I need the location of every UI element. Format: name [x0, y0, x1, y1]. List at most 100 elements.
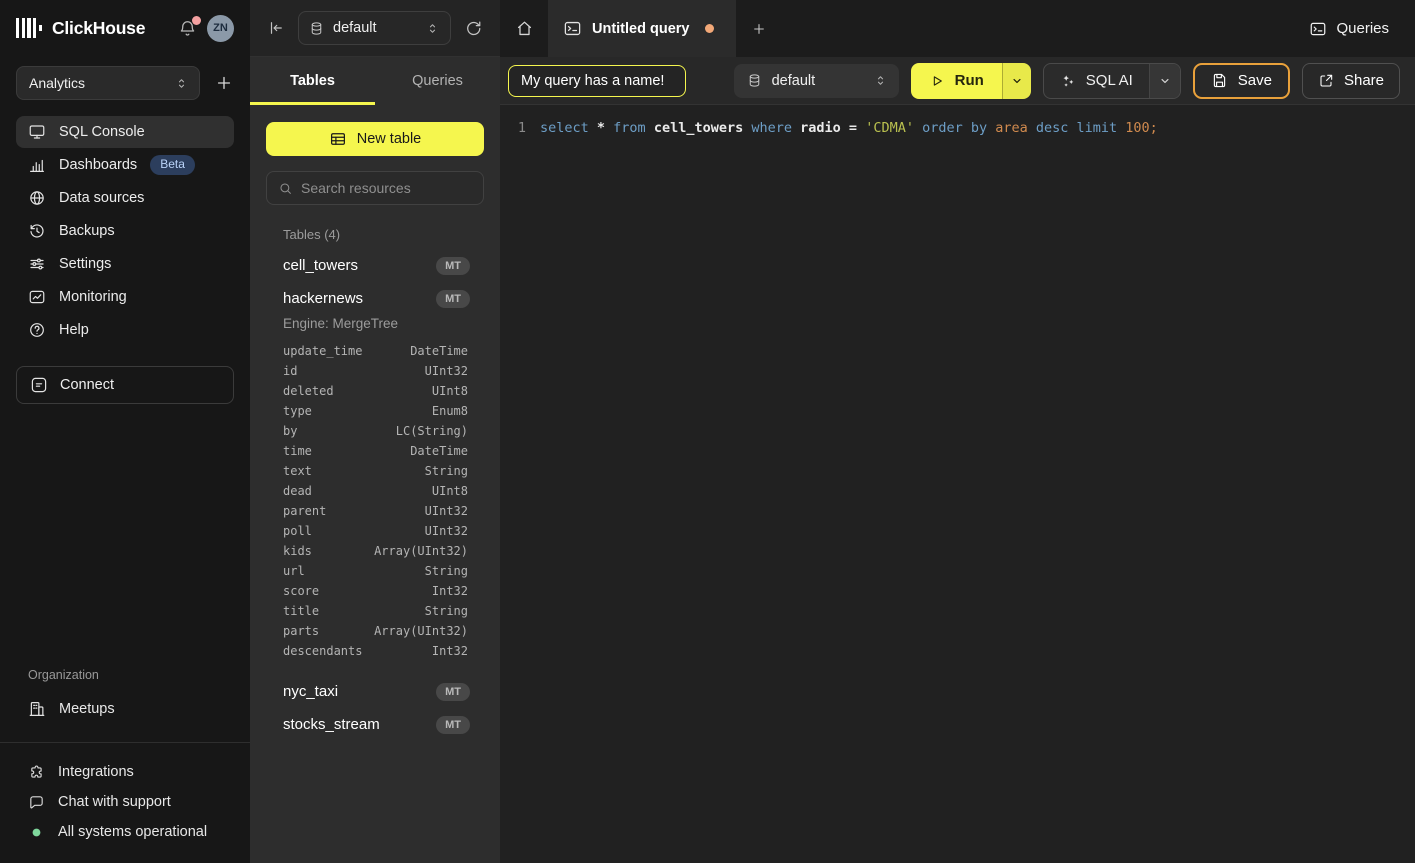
sql-token: = — [849, 120, 865, 136]
sidebar-item-label: Data sources — [59, 190, 144, 206]
query-name-input[interactable] — [508, 65, 686, 97]
new-tab-button[interactable] — [736, 0, 782, 57]
column-name: id — [283, 361, 297, 381]
column-type: DateTime — [410, 441, 468, 461]
sidebar-item-label: Help — [59, 322, 89, 338]
clickhouse-logo — [16, 18, 42, 38]
share-button[interactable]: Share — [1302, 63, 1400, 99]
column-row: title String — [283, 601, 468, 621]
sidebar-item-dashboards[interactable]: Dashboards Beta — [16, 149, 234, 181]
table-row[interactable]: nyc_taxi MT — [283, 675, 482, 708]
sidebar-item-help[interactable]: Help — [16, 314, 234, 346]
chevron-down-icon — [1010, 74, 1024, 88]
column-name: poll — [283, 521, 312, 541]
sidebar-item-meetups[interactable]: Meetups — [16, 692, 234, 726]
column-name: title — [283, 601, 319, 621]
sidebar-item-label: Dashboards — [59, 157, 137, 173]
sidebar-footer-item-all-systems-operational[interactable]: All systems operational — [16, 817, 234, 847]
topbar-database-selector[interactable]: default — [298, 11, 451, 45]
column-type: UInt8 — [432, 481, 468, 501]
column-name: dead — [283, 481, 312, 501]
connect-button[interactable]: Connect — [16, 366, 234, 404]
add-workspace-button[interactable] — [214, 73, 234, 93]
beta-badge: Beta — [150, 155, 195, 174]
column-list: update_time DateTime id UInt32 deleted U… — [283, 341, 482, 661]
column-row: parent UInt32 — [283, 501, 468, 521]
sql-ai-options-button[interactable] — [1149, 64, 1180, 98]
chevron-down-icon — [1158, 74, 1172, 88]
chevrons-updown-icon — [174, 76, 189, 91]
editor-pane: default Run SQL AI — [500, 57, 1415, 863]
chevron-right-icon — [207, 702, 222, 717]
run-button[interactable]: Run — [911, 63, 1002, 99]
sql-token: * — [597, 120, 613, 136]
queries-label: Queries — [1336, 20, 1389, 37]
nav-icon — [28, 222, 46, 240]
notifications-button[interactable] — [178, 19, 197, 38]
column-type: UInt8 — [432, 381, 468, 401]
column-name: parts — [283, 621, 319, 641]
chevrons-updown-icon — [425, 21, 440, 36]
brand-name: ClickHouse — [52, 18, 145, 39]
sidebar-item-data-sources[interactable]: Data sources — [16, 182, 234, 214]
new-table-button[interactable]: New table — [266, 122, 484, 156]
sql-ai-button-group: SQL AI — [1043, 63, 1181, 99]
sidebar-item-settings[interactable]: Settings — [16, 248, 234, 280]
query-tab[interactable]: Untitled query — [548, 0, 736, 57]
new-table-label: New table — [357, 131, 421, 147]
sql-ai-button[interactable]: SQL AI — [1044, 64, 1149, 98]
save-icon — [1211, 72, 1228, 89]
collapse-sidebar-button[interactable] — [267, 19, 285, 37]
column-row: update_time DateTime — [283, 341, 468, 361]
refresh-button[interactable] — [464, 19, 483, 38]
footer-item-label: Integrations — [58, 764, 134, 780]
table-row[interactable]: hackernews MT — [283, 282, 482, 315]
sql-token: 100; — [1125, 120, 1158, 136]
column-type: Int32 — [432, 641, 468, 661]
sql-token: where — [751, 120, 800, 136]
column-type: Array(UInt32) — [374, 541, 468, 561]
terminal-icon — [563, 19, 582, 38]
column-row: type Enum8 — [283, 401, 468, 421]
sidebar-item-monitoring[interactable]: Monitoring — [16, 281, 234, 313]
sql-ai-label: SQL AI — [1086, 72, 1133, 89]
column-type: UInt32 — [425, 501, 468, 521]
table-row[interactable]: stocks_stream MT — [283, 708, 482, 741]
table-detail: Engine: MergeTree update_time DateTime i… — [283, 316, 482, 661]
column-type: String — [425, 461, 468, 481]
save-button[interactable]: Save — [1193, 63, 1290, 99]
home-tab-button[interactable] — [500, 0, 548, 57]
column-name: parent — [283, 501, 326, 521]
queries-button[interactable]: Queries — [1309, 20, 1389, 38]
search-input[interactable] — [301, 180, 472, 196]
tab-queries[interactable]: Queries — [375, 57, 500, 105]
column-type: LC(String) — [396, 421, 468, 441]
sidebar-footer-item-chat-with-support[interactable]: Chat with support — [16, 787, 234, 817]
org-items: Meetups — [16, 692, 234, 726]
column-type: DateTime — [410, 341, 468, 361]
connect-icon — [30, 376, 48, 394]
home-icon — [515, 19, 534, 38]
sidebar-item-label: Settings — [59, 256, 111, 272]
line-number: 1 — [500, 118, 526, 138]
column-row: text String — [283, 461, 468, 481]
column-type: String — [425, 561, 468, 581]
table-block: stocks_stream MT — [283, 708, 482, 741]
avatar[interactable]: ZN — [207, 15, 234, 42]
column-name: deleted — [283, 381, 334, 401]
footer-icon — [28, 764, 45, 781]
sidebar-footer-item-integrations[interactable]: Integrations — [16, 757, 234, 787]
sql-token: select — [540, 120, 597, 136]
editor-database-selector[interactable]: default — [734, 64, 899, 98]
table-row[interactable]: cell_towers MT — [283, 249, 482, 282]
sidebar: ClickHouse ZN Analytics SQL Console Dash… — [0, 0, 250, 863]
sidebar-item-sql-console[interactable]: SQL Console — [16, 116, 234, 148]
column-type: String — [425, 601, 468, 621]
tab-tables[interactable]: Tables — [250, 57, 375, 105]
workspace-selector[interactable]: Analytics — [16, 66, 200, 100]
sidebar-item-backups[interactable]: Backups — [16, 215, 234, 247]
sql-token: order by — [922, 120, 995, 136]
sql-editor[interactable]: 1 select * from cell_towers where radio … — [500, 105, 1415, 863]
column-type: Int32 — [432, 581, 468, 601]
run-options-button[interactable] — [1002, 63, 1031, 99]
